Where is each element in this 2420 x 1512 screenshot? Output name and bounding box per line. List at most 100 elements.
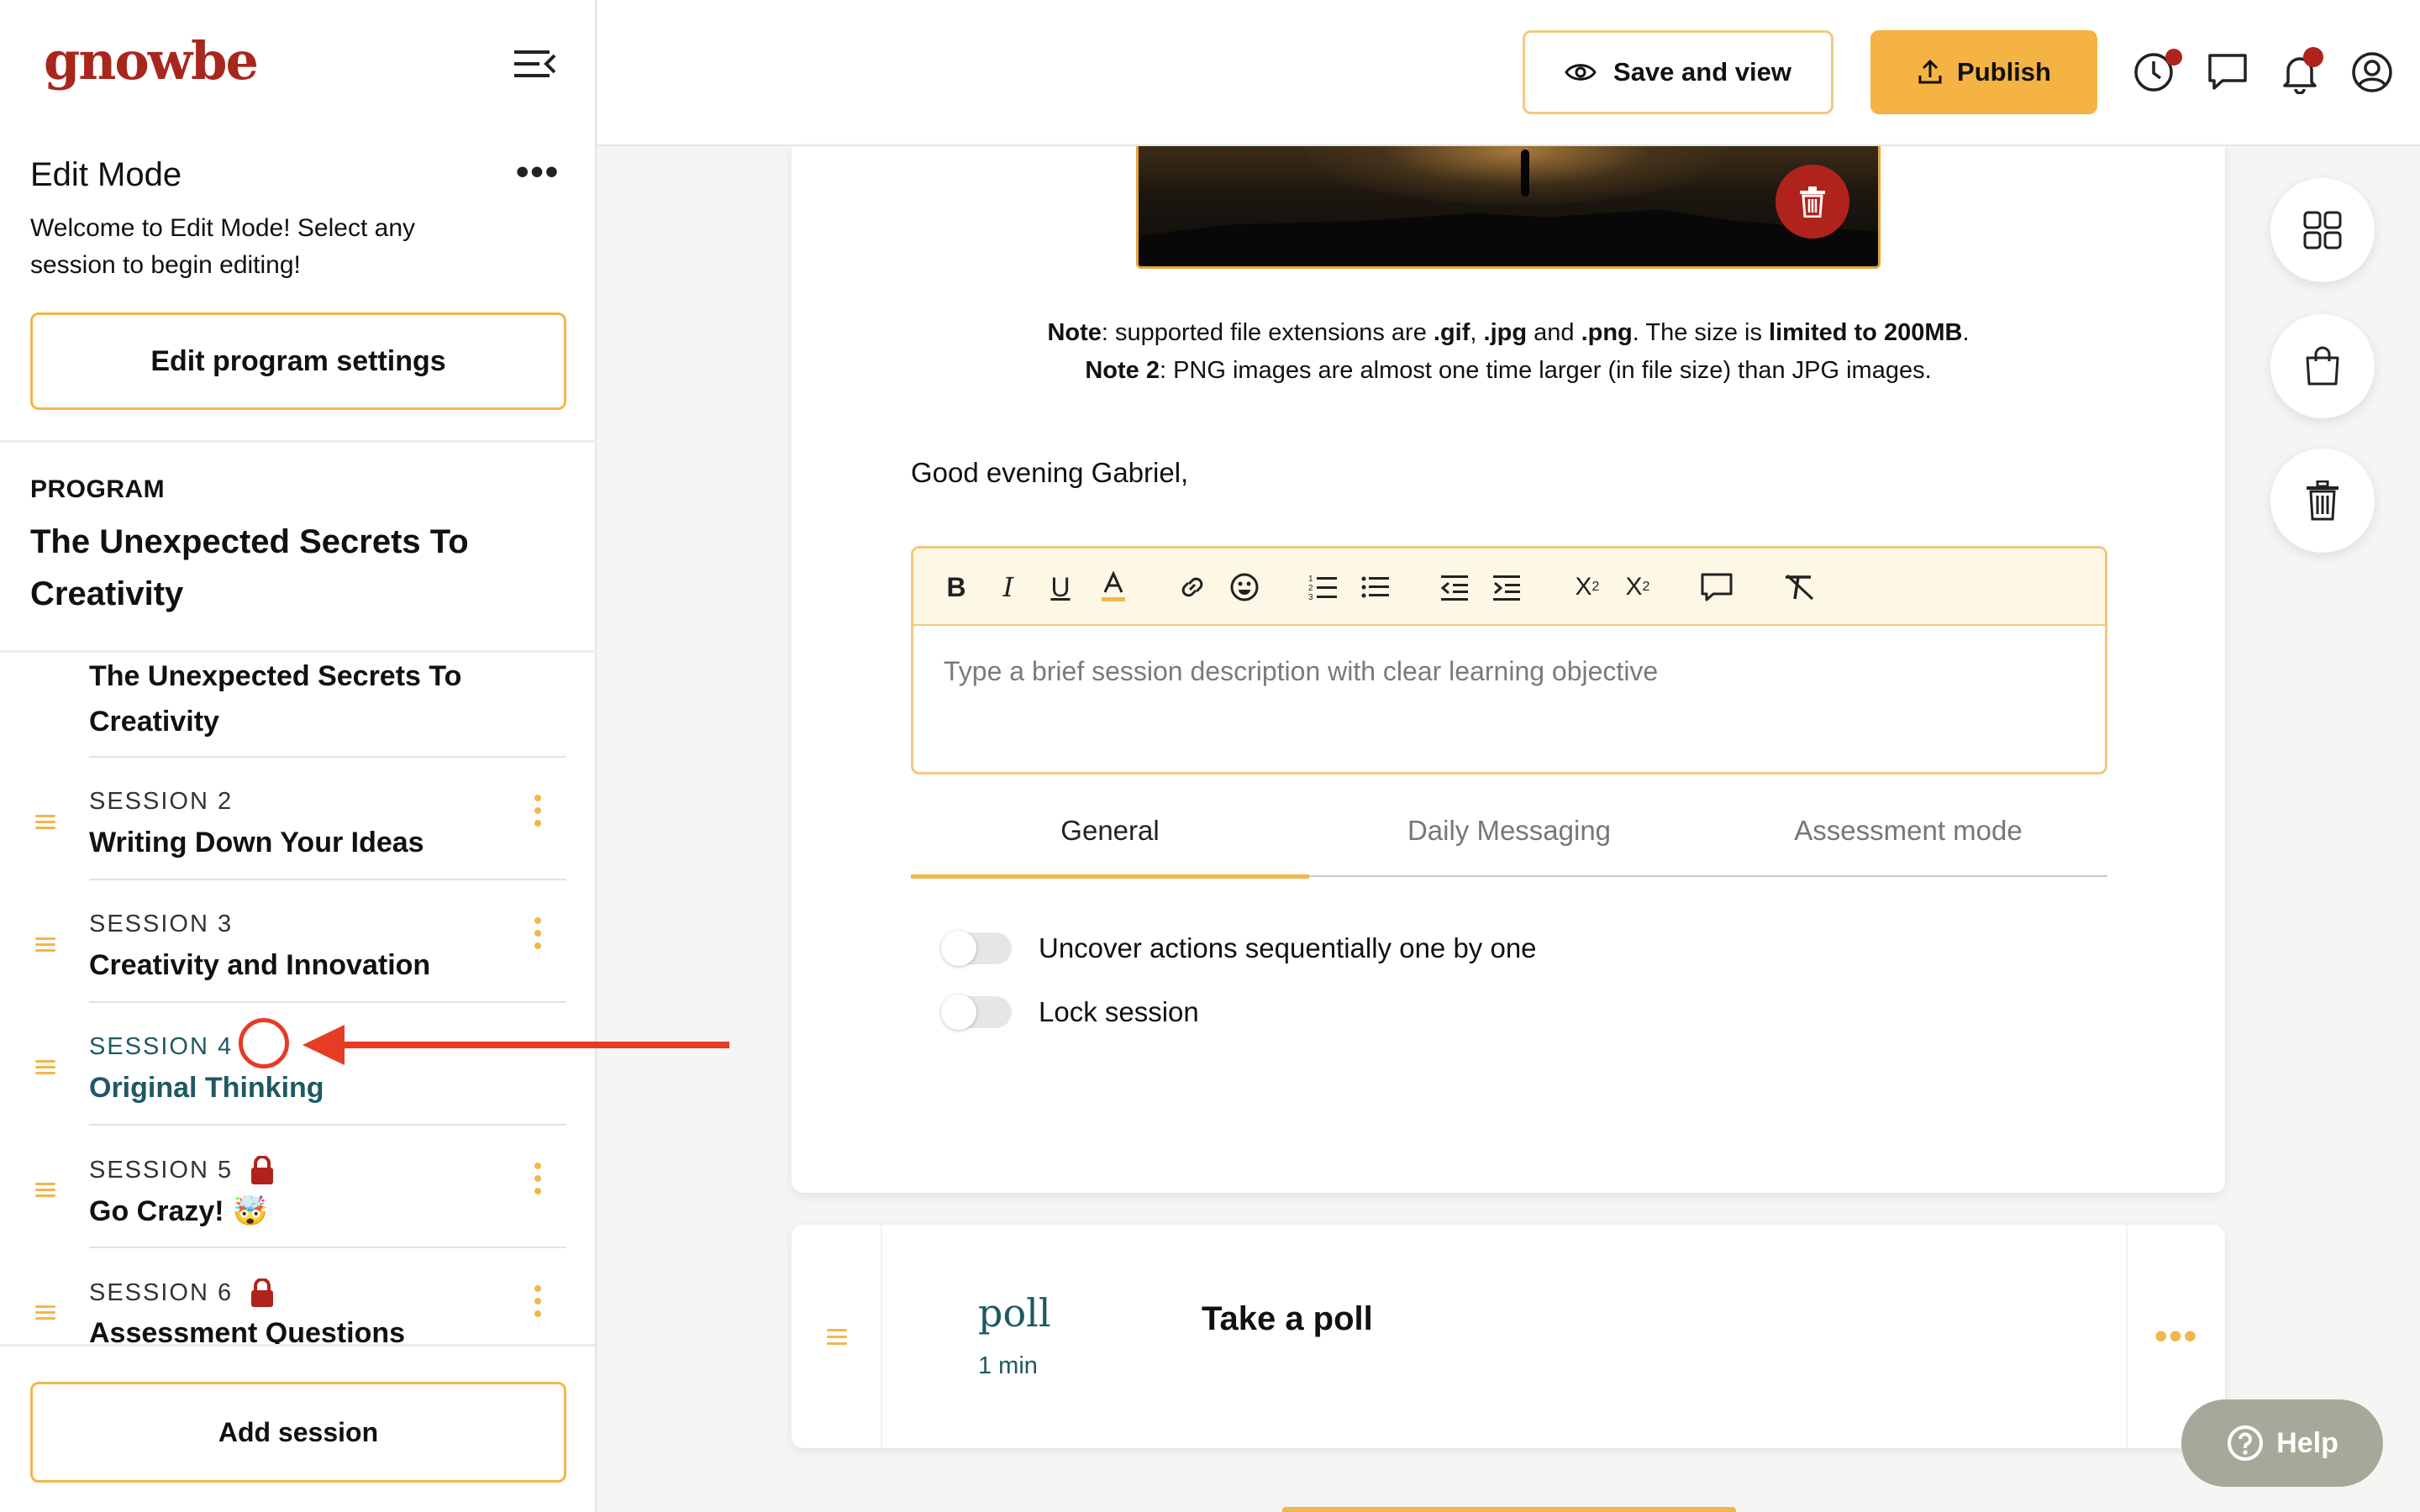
superscript-icon[interactable]: X2 [1621, 570, 1655, 604]
help-button[interactable]: Help [2181, 1399, 2383, 1487]
shopping-bag-button[interactable] [2270, 314, 2375, 418]
italic-icon[interactable]: I [996, 570, 1021, 604]
tab-general[interactable]: General [911, 810, 1309, 879]
session-item-5[interactable]: SESSION 5 Go Crazy! 🤯 [0, 1149, 595, 1272]
svg-text:3: 3 [1308, 593, 1313, 602]
drag-handle-icon[interactable] [35, 937, 55, 952]
session-separator [89, 879, 566, 880]
drag-handle-icon[interactable] [35, 1183, 55, 1197]
poll-type-label: poll [978, 1290, 1051, 1336]
shopping-bag-icon [2306, 346, 2339, 386]
grid-icon [2303, 211, 2342, 249]
delete-image-button[interactable] [1776, 165, 1849, 239]
edit-mode-description: Welcome to Edit Mode! Select any session… [30, 214, 415, 279]
bullet-list-icon[interactable] [1360, 570, 1391, 604]
svg-text:1: 1 [1308, 575, 1313, 584]
session-number: SESSION 3 [89, 911, 234, 937]
collapse-menu-icon[interactable] [514, 49, 556, 79]
clear-formatting-icon[interactable] [1782, 570, 1816, 604]
cover-glow [1307, 146, 1727, 205]
emoji-icon[interactable] [1229, 570, 1260, 604]
add-session-button[interactable]: Add session [30, 1382, 566, 1483]
session-title: Assessment Questions [89, 1317, 406, 1344]
upload-icon [1918, 59, 1942, 84]
edit-program-settings-button[interactable]: Edit program settings [30, 312, 566, 410]
poll-duration: 1 min [978, 1352, 1038, 1379]
lock-session-toggle[interactable] [941, 995, 1012, 1030]
delete-session-button[interactable] [2270, 449, 2375, 553]
notification-dot-icon [2165, 49, 2182, 66]
edit-mode-title: Edit Mode [30, 156, 182, 193]
cover-silhouette [1521, 150, 1529, 197]
link-icon[interactable] [1177, 570, 1207, 604]
poll-title: Take a poll [1202, 1300, 1373, 1337]
ordered-list-icon[interactable]: 1 2 3 [1308, 570, 1339, 604]
sidebar-footer: Add session [0, 1344, 595, 1512]
next-card-edge [1282, 1507, 1736, 1512]
lock-session-setting: Lock session [941, 995, 1199, 1030]
lock-icon [251, 1278, 274, 1307]
annotation-circle [239, 1018, 289, 1068]
session-item-2[interactable]: SESSION 2 Writing Down Your Ideas [0, 781, 595, 904]
session-more-icon[interactable] [534, 917, 543, 953]
underline-icon[interactable]: U [1048, 570, 1073, 604]
session-more-icon[interactable] [534, 1163, 543, 1198]
lock-session-label: Lock session [1039, 996, 1199, 1027]
session-item-6[interactable]: SESSION 6 Assessment Questions [0, 1272, 595, 1344]
publish-button[interactable]: Publish [1870, 30, 2097, 114]
drag-handle-icon[interactable] [35, 1305, 55, 1320]
edit-mode-more-icon[interactable]: ••• [516, 151, 560, 193]
program-name: The Unexpected Secrets To Creativity [30, 523, 469, 612]
program-label: PROGRAM [30, 475, 166, 503]
editor-placeholder[interactable]: Type a brief session description with cl… [944, 656, 1658, 687]
session-tabs: General Daily Messaging Assessment mode [911, 810, 2107, 879]
chat-icon[interactable] [2206, 50, 2249, 94]
drag-handle-icon[interactable] [35, 815, 55, 829]
session-1-title[interactable]: The Unexpected Secrets To Creativity [89, 654, 526, 744]
poll-card-body [881, 1225, 2128, 1448]
outdent-icon[interactable] [1439, 570, 1470, 604]
session-title: Original Thinking [89, 1072, 324, 1104]
drag-handle-icon[interactable] [827, 1329, 847, 1349]
save-and-view-button[interactable]: Save and view [1523, 30, 1833, 114]
session-more-icon[interactable] [534, 795, 543, 830]
indent-icon[interactable] [1491, 570, 1522, 604]
question-circle-icon [2228, 1425, 2264, 1461]
upload-note-line-2: Note 2: PNG images are almost one time l… [1085, 357, 1932, 384]
uncover-actions-toggle[interactable] [941, 931, 1012, 966]
drag-handle-icon[interactable] [35, 1060, 55, 1074]
session-number: SESSION 6 [89, 1278, 275, 1307]
session-title: Writing Down Your Ideas [89, 827, 424, 858]
text-color-icon[interactable] [1100, 570, 1127, 604]
session-number: SESSION 2 [89, 788, 234, 815]
help-label: Help [2276, 1426, 2338, 1459]
editor-toolbar: B I U 1 2 3 X 2 X 2 [913, 549, 2105, 626]
poll-more-icon[interactable]: ••• [2154, 1315, 2198, 1357]
session-more-icon[interactable] [534, 1285, 543, 1320]
comment-icon[interactable] [1700, 570, 1733, 604]
upload-note-line-1: Note: supported file extensions are .gif… [1047, 319, 1970, 346]
greeting-text: Good evening Gabriel, [911, 457, 1189, 488]
action-card-poll[interactable]: poll 1 min Take a poll ••• [792, 1225, 2225, 1448]
cover-image[interactable] [1136, 146, 1881, 269]
exploding-head-emoji-icon: 🤯 [232, 1195, 268, 1227]
subscript-icon[interactable]: X2 [1570, 570, 1604, 604]
session-item-3[interactable]: SESSION 3 Creativity and Innovation [0, 904, 595, 1026]
save-and-view-label: Save and view [1613, 57, 1791, 87]
grid-view-button[interactable] [2270, 178, 2375, 282]
account-icon[interactable] [2350, 50, 2394, 94]
session-separator [89, 1247, 566, 1248]
bold-icon[interactable]: B [944, 570, 969, 604]
gnowbe-logo[interactable]: gnowbe [44, 30, 259, 92]
annotation-arrow-icon [302, 1025, 729, 1065]
top-bar: Save and view Publish [597, 0, 2420, 146]
session-description-editor[interactable]: B I U 1 2 3 X 2 X 2 Type a brief session… [911, 546, 2107, 774]
trash-icon [2307, 480, 2338, 521]
session-title: Creativity and Innovation [89, 949, 431, 981]
tab-assessment-mode[interactable]: Assessment mode [1709, 810, 2107, 877]
eye-icon [1565, 64, 1597, 81]
session-separator [89, 1124, 566, 1126]
tab-daily-messaging[interactable]: Daily Messaging [1310, 810, 1708, 877]
svg-text:2: 2 [1308, 584, 1313, 593]
upload-note: Note: supported file extensions are .gif… [960, 314, 2057, 390]
